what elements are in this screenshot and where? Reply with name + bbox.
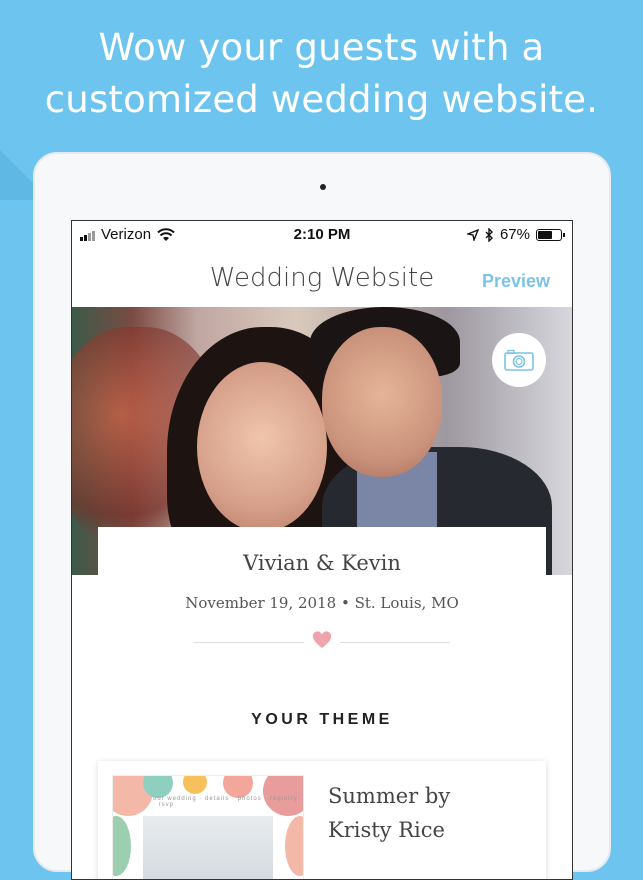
couple-names: Vivian & Kevin bbox=[243, 551, 401, 575]
wedding-details: November 19, 2018 • St. Louis, MO bbox=[185, 594, 459, 612]
theme-card[interactable]: our wedding · details · photos · registr… bbox=[98, 761, 546, 879]
preview-button[interactable]: Preview bbox=[482, 271, 550, 292]
change-photo-button[interactable] bbox=[492, 333, 546, 387]
headline: Wow your guests with a customized weddin… bbox=[0, 22, 643, 126]
battery-fill bbox=[538, 230, 553, 239]
app-screen: Verizon 2:10 PM 67% Wedding Website Prev… bbox=[71, 220, 573, 880]
theme-name: Summer by Kristy Rice bbox=[328, 779, 528, 847]
headline-line1: Wow your guests with a bbox=[98, 26, 545, 69]
bluetooth-icon bbox=[485, 227, 493, 242]
nav-bar: Wedding Website Preview bbox=[72, 249, 572, 308]
heart-icon bbox=[312, 631, 332, 648]
theme-name-line1: Summer by bbox=[328, 784, 451, 808]
section-title-your-theme: YOUR THEME bbox=[251, 711, 393, 728]
thumbnail-nav-text: our wedding · details · photos · registr… bbox=[153, 796, 298, 808]
divider-right bbox=[340, 642, 450, 643]
front-camera-dot bbox=[320, 184, 326, 190]
theme-name-line2: Kristy Rice bbox=[328, 818, 445, 842]
headline-line2: customized wedding website. bbox=[44, 78, 599, 121]
status-right: 67% bbox=[466, 226, 565, 243]
divider-left bbox=[194, 642, 304, 643]
status-bar: Verizon 2:10 PM 67% bbox=[72, 221, 572, 249]
camera-icon bbox=[504, 349, 534, 371]
location-arrow-icon bbox=[466, 228, 479, 241]
battery-percent: 67% bbox=[499, 226, 530, 243]
theme-thumbnail: our wedding · details · photos · registr… bbox=[112, 775, 304, 879]
tablet-frame: Verizon 2:10 PM 67% Wedding Website Prev… bbox=[33, 152, 611, 880]
thumbnail-photo bbox=[143, 816, 273, 879]
battery-icon bbox=[536, 228, 565, 241]
